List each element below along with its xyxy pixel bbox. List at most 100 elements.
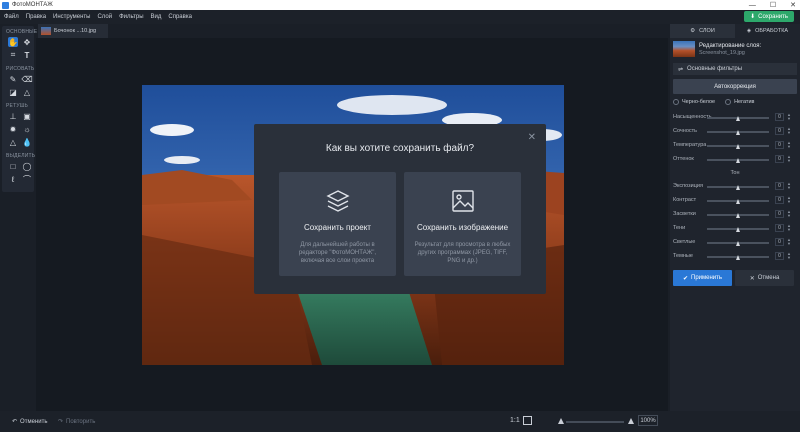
tone-slider-value[interactable]: 0 bbox=[775, 224, 784, 232]
eraser-tool-icon[interactable]: ⌫ bbox=[21, 74, 32, 84]
negative-option[interactable]: Негатив bbox=[725, 99, 754, 105]
autocorrection-button[interactable]: Автокоррекция bbox=[673, 79, 797, 94]
zoom-in-icon[interactable] bbox=[628, 418, 634, 424]
sun-tool-icon[interactable]: ✹ bbox=[8, 124, 18, 134]
color-slider-value[interactable]: 0 bbox=[775, 155, 784, 163]
redo-button[interactable]: ↷ Повторить bbox=[58, 418, 95, 426]
crop-tool-icon[interactable]: ⌗ bbox=[8, 50, 18, 60]
hand-tool-icon[interactable]: ✋ bbox=[8, 37, 18, 47]
save-project-card[interactable]: Сохранить проект Для дальнейшей работы в… bbox=[279, 172, 396, 276]
spinner-icon[interactable]: ▲ ▼ bbox=[787, 252, 791, 260]
basic-filters-label: Основные фильтры bbox=[687, 66, 743, 72]
document-thumbnail bbox=[41, 27, 51, 35]
window-controls: — ☐ ✕ bbox=[749, 0, 796, 10]
color-slider-handle[interactable] bbox=[735, 158, 740, 163]
tone-slider-handle[interactable] bbox=[735, 185, 740, 190]
color-slider-value[interactable]: 0 bbox=[775, 113, 784, 121]
tone-slider-value[interactable]: 0 bbox=[775, 196, 784, 204]
sharpen-tool-icon[interactable]: △ bbox=[8, 137, 18, 147]
tab-layers[interactable]: ⚙ СЛОИ bbox=[670, 24, 735, 38]
blur-tool-icon[interactable]: 💧 bbox=[22, 137, 32, 147]
tone-slider-handle[interactable] bbox=[735, 227, 740, 232]
actual-size-button[interactable]: 1:1 bbox=[510, 417, 520, 424]
layer-thumbnail bbox=[673, 41, 695, 57]
menu-filters[interactable]: Фильтры bbox=[119, 14, 143, 20]
spinner-icon[interactable]: ▲ ▼ bbox=[787, 196, 791, 204]
tone-slider-value[interactable]: 0 bbox=[775, 182, 784, 190]
color-slider-handle[interactable] bbox=[735, 144, 740, 149]
title-bar: ФотоМОНТАЖ — ☐ ✕ bbox=[0, 0, 800, 10]
zoom-out-icon[interactable] bbox=[558, 418, 564, 424]
patch-tool-icon[interactable]: ▣ bbox=[22, 111, 32, 121]
color-slider-label: Насыщенность bbox=[673, 114, 712, 120]
color-slider-value[interactable]: 0 bbox=[775, 141, 784, 149]
spinner-icon[interactable]: ▲ ▼ bbox=[787, 182, 791, 190]
color-slider-label: Оттенок bbox=[673, 156, 694, 162]
text-tool-icon[interactable]: T bbox=[22, 50, 32, 60]
spinner-icon[interactable]: ▲ ▼ bbox=[787, 113, 791, 121]
spinner-icon[interactable]: ▲ ▼ bbox=[787, 210, 791, 218]
ellipse-select-icon[interactable]: ◯ bbox=[22, 161, 32, 171]
close-window-button[interactable]: ✕ bbox=[790, 1, 796, 9]
undo-button[interactable]: ↶ Отменить bbox=[12, 418, 47, 426]
save-button[interactable]: ⬇ Сохранить bbox=[744, 11, 794, 22]
tone-slider-handle[interactable] bbox=[735, 199, 740, 204]
rect-select-icon[interactable]: □ bbox=[8, 161, 18, 171]
tone-slider-handle[interactable] bbox=[735, 241, 740, 246]
negative-radio[interactable] bbox=[725, 99, 732, 105]
shape-tool-icon[interactable]: △ bbox=[22, 87, 32, 97]
image-icon bbox=[450, 188, 476, 216]
spinner-icon[interactable]: ▲ ▼ bbox=[787, 141, 791, 149]
check-icon: ✔ bbox=[682, 275, 688, 282]
tab-processing[interactable]: ◈ ОБРАБОТКА bbox=[735, 24, 800, 38]
tab-processing-label: ОБРАБОТКА bbox=[755, 28, 789, 34]
stamp-tool-icon[interactable]: ⊥ bbox=[8, 111, 18, 121]
close-icon[interactable]: ✕ bbox=[528, 132, 536, 143]
color-slider-handle[interactable] bbox=[735, 116, 740, 121]
menu-edit[interactable]: Правка bbox=[26, 14, 46, 20]
basic-filters-button[interactable]: ⇌ Основные фильтры bbox=[673, 63, 797, 75]
zoom-value[interactable]: 100% bbox=[638, 415, 658, 426]
app-icon bbox=[2, 1, 9, 9]
spinner-icon[interactable]: ▲ ▼ bbox=[787, 238, 791, 246]
save-icon: ⬇ bbox=[750, 14, 756, 20]
menu-file[interactable]: Файл bbox=[4, 14, 19, 20]
spinner-icon[interactable]: ▲ ▼ bbox=[787, 155, 791, 163]
bw-option[interactable]: Черно-белое bbox=[673, 99, 715, 105]
tone-slider-value[interactable]: 0 bbox=[775, 252, 784, 260]
maximize-button[interactable]: ☐ bbox=[770, 1, 776, 9]
cancel-button[interactable]: ✕ Отмена bbox=[735, 270, 794, 286]
zoom-slider[interactable] bbox=[566, 421, 624, 423]
menu-tools[interactable]: Инструменты bbox=[53, 14, 90, 20]
fill-tool-icon[interactable]: ◪ bbox=[8, 87, 18, 97]
tone-slider-value[interactable]: 0 bbox=[775, 238, 784, 246]
color-slider-handle[interactable] bbox=[735, 130, 740, 135]
move-tool-icon[interactable]: ✥ bbox=[22, 37, 32, 47]
save-project-desc: Для дальнейшей работы в редакторе "ФотоМ… bbox=[298, 242, 377, 264]
bw-radio[interactable] bbox=[673, 99, 679, 105]
poly-select-icon[interactable]: ⌒ bbox=[22, 174, 32, 184]
menu-view[interactable]: Вид bbox=[151, 14, 162, 20]
tone-slider-handle[interactable] bbox=[735, 213, 740, 218]
dialog-title: Как вы хотите сохранить файл? bbox=[325, 143, 475, 154]
minimize-button[interactable]: — bbox=[749, 2, 756, 9]
menu-help[interactable]: Справка bbox=[168, 14, 192, 20]
layer-title: Редактирование слоя: bbox=[699, 43, 762, 49]
tone-slider-value[interactable]: 0 bbox=[775, 210, 784, 218]
menu-layer[interactable]: Слой bbox=[97, 14, 112, 20]
document-tab[interactable]: Бочонок ...10.jpg bbox=[38, 24, 108, 38]
color-slider-value[interactable]: 0 bbox=[775, 127, 784, 135]
bw-label: Черно-белое bbox=[682, 99, 716, 105]
fit-screen-icon[interactable] bbox=[523, 416, 532, 425]
tone-slider-handle[interactable] bbox=[735, 255, 740, 260]
spinner-icon[interactable]: ▲ ▼ bbox=[787, 127, 791, 135]
tone-slider-row: Темные 0 ▲ ▼ bbox=[673, 252, 797, 260]
spinner-icon[interactable]: ▲ ▼ bbox=[787, 224, 791, 232]
brush-tool-icon[interactable]: ✎ bbox=[8, 74, 18, 84]
lasso-select-icon[interactable]: ℓ bbox=[8, 174, 18, 184]
tone-slider-row: Контраст 0 ▲ ▼ bbox=[673, 196, 797, 204]
apply-button[interactable]: ✔ Применить bbox=[673, 270, 732, 286]
negative-label: Негатив bbox=[734, 99, 755, 105]
save-image-card[interactable]: Сохранить изображение Результат для прос… bbox=[404, 172, 521, 276]
dodge-tool-icon[interactable]: ☼ bbox=[22, 124, 32, 134]
